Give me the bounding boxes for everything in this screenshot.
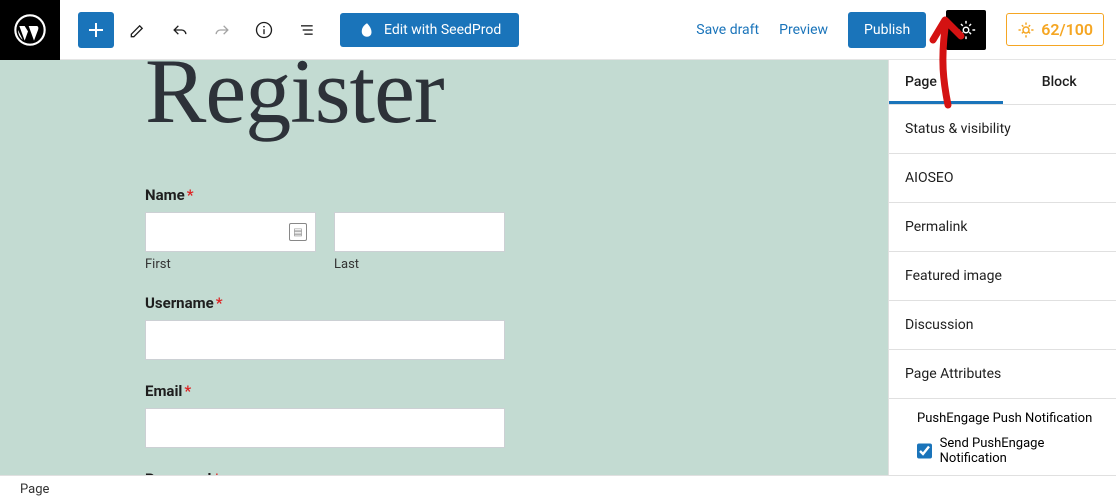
panel-permalink[interactable]: Permalink	[889, 203, 1116, 252]
panel-aioseo[interactable]: AIOSEO	[889, 154, 1116, 203]
sidebar-tabs: Page Block	[889, 60, 1116, 105]
breadcrumb-bar: Page	[0, 475, 1116, 503]
save-draft-button[interactable]: Save draft	[696, 22, 759, 38]
required-asterisk: *	[216, 294, 223, 312]
autofill-icon: ▤	[289, 223, 307, 241]
seedprod-button[interactable]: Edit with SeedProd	[340, 13, 519, 47]
username-field-block: Username*	[145, 294, 505, 360]
toolbar-tools: Edit with SeedProd	[78, 12, 519, 48]
gear-icon	[955, 19, 977, 41]
pushengage-checkbox-label: Send PushEngage Notification	[940, 436, 1100, 466]
tab-page[interactable]: Page	[889, 60, 1003, 104]
username-label: Username*	[145, 294, 505, 312]
editor-toolbar: Edit with SeedProd Save draft Preview Pu…	[0, 0, 1116, 60]
info-button[interactable]	[246, 12, 282, 48]
outline-button[interactable]	[288, 12, 324, 48]
redo-button[interactable]	[204, 12, 240, 48]
pushengage-checkbox-row[interactable]: Send PushEngage Notification	[889, 430, 1116, 475]
name-field-block: Name* ▤ First Last	[145, 186, 505, 272]
pushengage-checkbox[interactable]	[917, 443, 932, 459]
pushengage-heading: PushEngage Push Notification	[889, 399, 1116, 430]
last-name-sublabel: Last	[334, 257, 505, 272]
pencil-icon	[128, 20, 148, 40]
email-label: Email*	[145, 382, 505, 400]
leaf-icon	[358, 21, 376, 39]
first-name-input[interactable]: ▤	[145, 212, 316, 252]
redo-icon	[212, 20, 232, 40]
score-gear-icon	[1017, 21, 1035, 39]
first-name-sublabel: First	[145, 257, 316, 272]
page-title[interactable]: Register	[145, 60, 888, 144]
required-asterisk: *	[184, 382, 191, 400]
edit-button[interactable]	[120, 12, 156, 48]
editor-canvas[interactable]: Register Name* ▤ First Last	[0, 60, 888, 475]
required-asterisk: *	[187, 186, 194, 204]
seedprod-label: Edit with SeedProd	[384, 22, 501, 38]
panel-status-visibility[interactable]: Status & visibility	[889, 105, 1116, 154]
wordpress-icon	[14, 14, 46, 46]
editor-workspace: Register Name* ▤ First Last	[0, 60, 1116, 475]
undo-icon	[170, 20, 190, 40]
plus-icon	[84, 18, 108, 42]
info-icon	[254, 20, 274, 40]
seo-score-text: 62/100	[1041, 20, 1093, 39]
undo-button[interactable]	[162, 12, 198, 48]
seo-score-badge[interactable]: 62/100	[1006, 13, 1104, 46]
settings-sidebar: Page Block Status & visibility AIOSEO Pe…	[888, 60, 1116, 475]
wp-logo[interactable]	[0, 0, 60, 60]
panel-discussion[interactable]: Discussion	[889, 301, 1116, 350]
username-input[interactable]	[145, 320, 505, 360]
list-icon	[296, 20, 316, 40]
email-field-block: Email*	[145, 382, 505, 448]
last-name-input[interactable]	[334, 212, 505, 252]
email-input[interactable]	[145, 408, 505, 448]
tab-block[interactable]: Block	[1003, 60, 1116, 104]
panel-featured-image[interactable]: Featured image	[889, 252, 1116, 301]
preview-button[interactable]: Preview	[779, 22, 828, 38]
publish-button[interactable]: Publish	[848, 12, 926, 48]
name-label: Name*	[145, 186, 505, 204]
toolbar-actions: Save draft Preview Publish 62/100	[696, 10, 1104, 50]
settings-button[interactable]	[946, 10, 986, 50]
add-block-button[interactable]	[78, 12, 114, 48]
breadcrumb[interactable]: Page	[20, 482, 49, 497]
register-form: Name* ▤ First Last	[145, 186, 505, 475]
panel-page-attributes[interactable]: Page Attributes	[889, 350, 1116, 399]
